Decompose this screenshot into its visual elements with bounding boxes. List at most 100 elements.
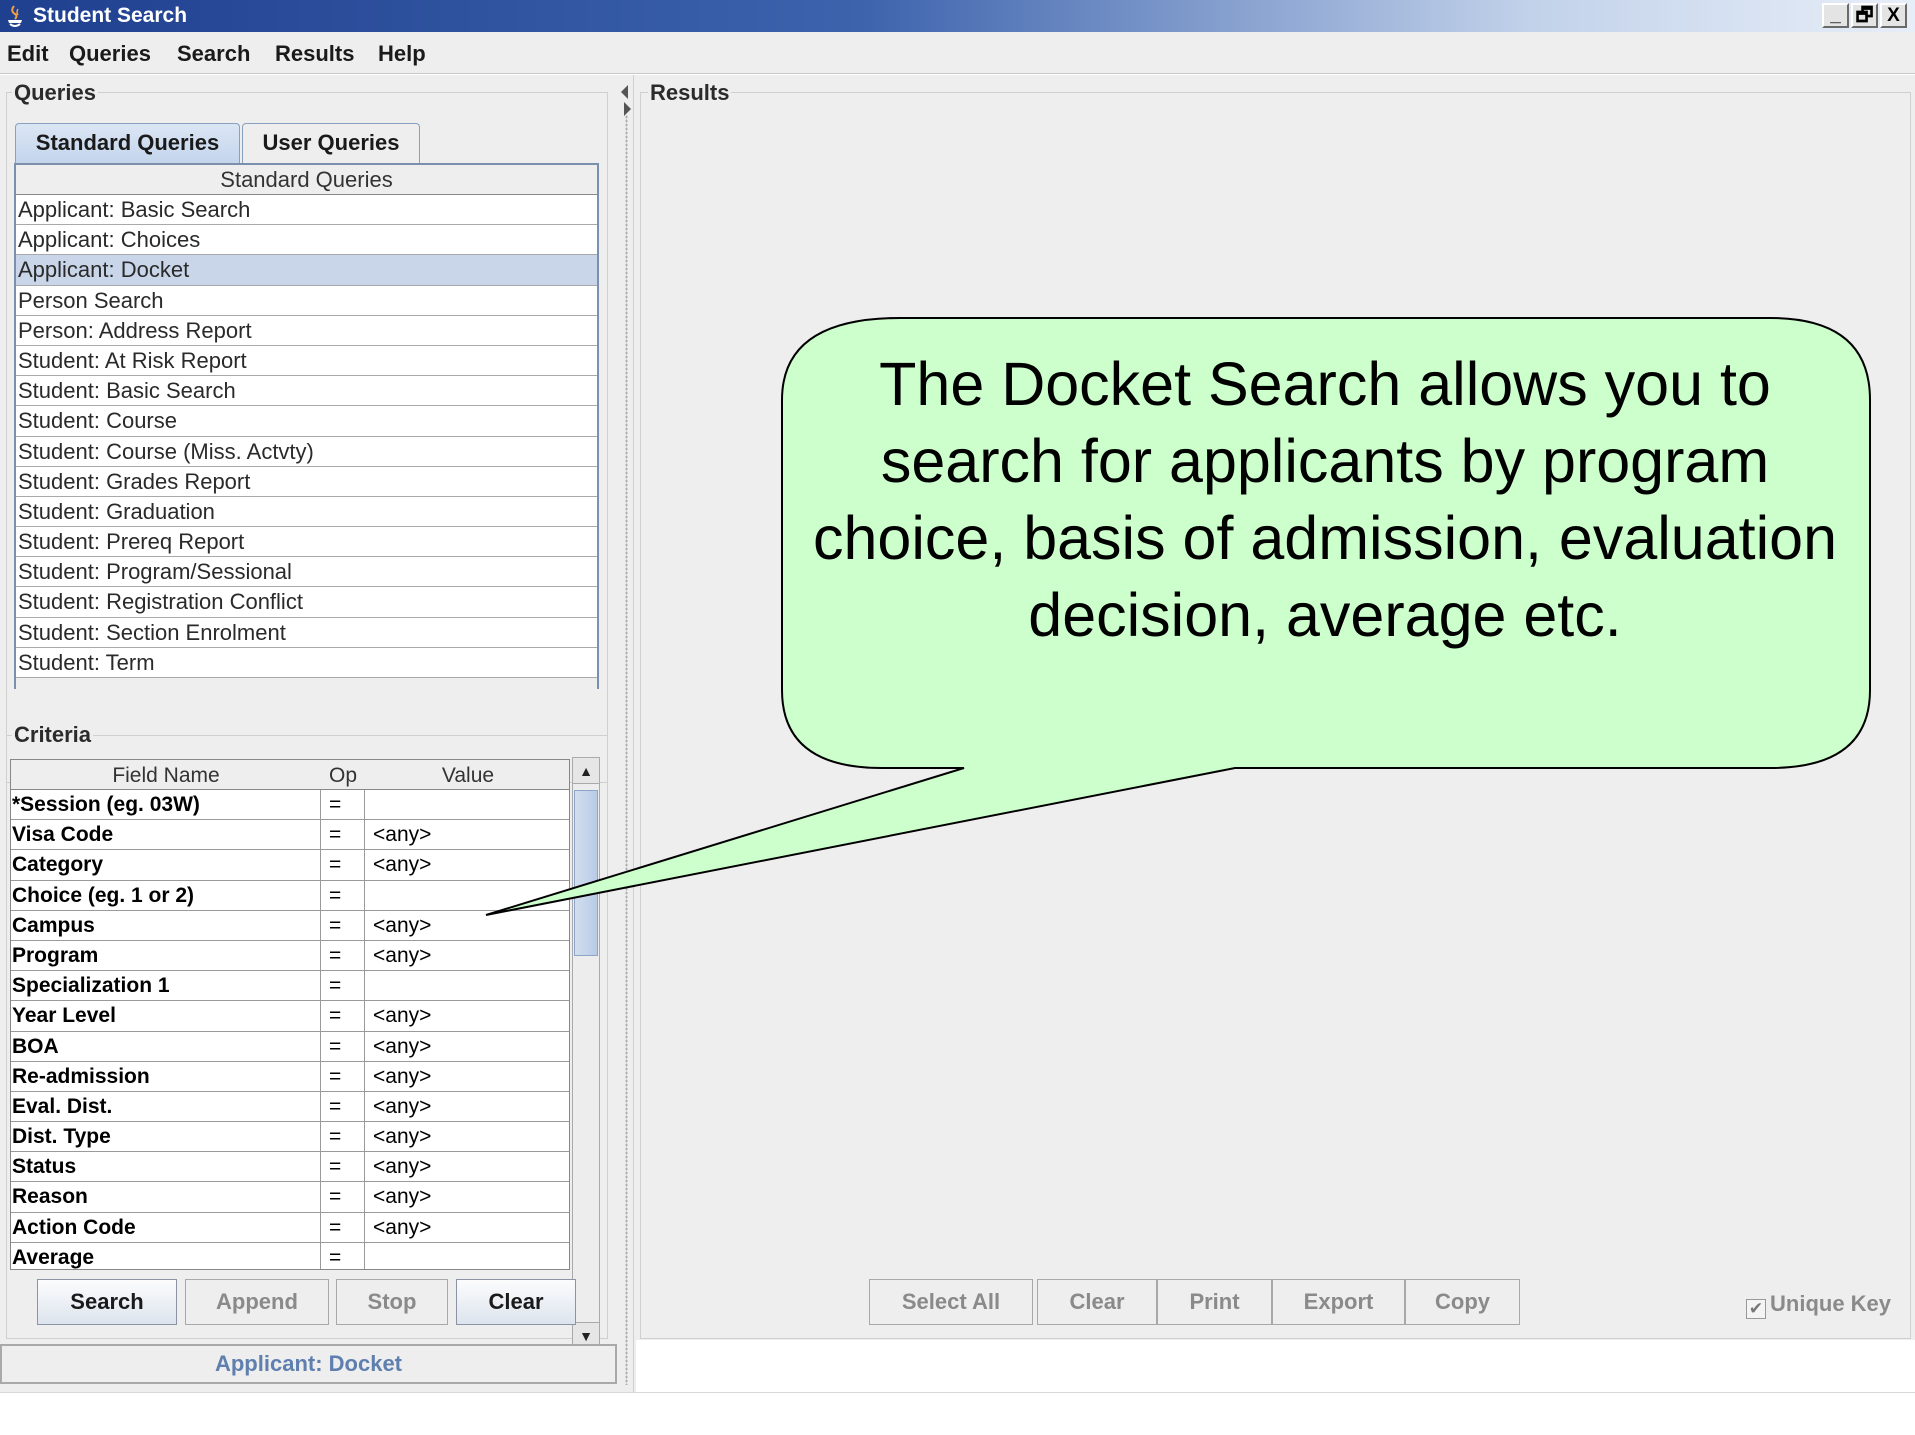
expand-right-arrow-icon[interactable] <box>624 102 631 116</box>
criteria-row-reason[interactable]: Reason = <any> <box>11 1182 569 1213</box>
menu-results[interactable]: Results <box>275 41 354 67</box>
stop-button[interactable]: Stop <box>336 1279 448 1325</box>
unique-key-checkbox[interactable]: ✔ Unique Key <box>1746 1291 1891 1319</box>
query-item-student-term[interactable]: Student: Term <box>16 648 597 678</box>
criteria-op[interactable]: = <box>321 1091 365 1122</box>
criteria-row-status[interactable]: Status = <any> <box>11 1152 569 1183</box>
query-item-person-search[interactable]: Person Search <box>16 286 597 316</box>
criteria-row-session[interactable]: *Session (eg. 03W) = <box>11 790 569 821</box>
criteria-row-campus[interactable]: Campus = <any> <box>11 910 569 941</box>
clear-results-button[interactable]: Clear <box>1037 1279 1157 1325</box>
clear-criteria-button[interactable]: Clear <box>456 1279 576 1325</box>
scroll-up-arrow-icon[interactable]: ▲ <box>573 758 599 784</box>
menu-search[interactable]: Search <box>177 41 250 67</box>
criteria-value[interactable]: <any> <box>365 1092 569 1121</box>
criteria-value[interactable]: <any> <box>365 941 569 970</box>
criteria-op[interactable]: = <box>321 1242 365 1269</box>
checkbox-checked-icon[interactable]: ✔ <box>1746 1299 1766 1319</box>
criteria-row-choice[interactable]: Choice (eg. 1 or 2) = <box>11 880 569 911</box>
header-field-name: Field Name <box>112 764 220 787</box>
search-button[interactable]: Search <box>37 1279 177 1325</box>
criteria-value[interactable] <box>365 790 569 819</box>
criteria-op[interactable]: = <box>321 940 365 971</box>
selected-query-status: Applicant: Docket <box>0 1344 617 1384</box>
menu-queries[interactable]: Queries <box>69 41 151 67</box>
criteria-row-re-admission[interactable]: Re-admission = <any> <box>11 1061 569 1092</box>
criteria-op[interactable]: = <box>321 1031 365 1061</box>
query-item-student-program-sessional[interactable]: Student: Program/Sessional <box>16 557 597 588</box>
criteria-op[interactable]: = <box>321 1152 365 1182</box>
query-item-student-course[interactable]: Student: Course <box>16 406 597 437</box>
criteria-row-year-level[interactable]: Year Level = <any> <box>11 1001 569 1032</box>
criteria-value[interactable]: <any> <box>365 850 569 879</box>
criteria-value[interactable] <box>365 881 569 910</box>
close-button[interactable]: X <box>1880 3 1907 28</box>
window-bottom-edge <box>0 1392 1915 1435</box>
criteria-field-name: Choice (eg. 1 or 2) <box>11 880 321 910</box>
criteria-row-boa[interactable]: BOA = <any> <box>11 1031 569 1062</box>
query-item-student-at-risk-report[interactable]: Student: At Risk Report <box>16 346 597 377</box>
tab-user-queries[interactable]: User Queries <box>242 123 420 163</box>
criteria-scrollbar[interactable]: ▲ ▼ <box>572 757 600 1349</box>
query-item-student-basic-search[interactable]: Student: Basic Search <box>16 376 597 407</box>
criteria-value[interactable] <box>365 1243 569 1269</box>
criteria-op[interactable]: = <box>321 1212 365 1242</box>
criteria-op[interactable]: = <box>321 880 365 910</box>
criteria-field-name: Average <box>11 1242 321 1269</box>
criteria-value[interactable]: <any> <box>365 911 569 940</box>
criteria-row-visa-code[interactable]: Visa Code = <any> <box>11 820 569 851</box>
criteria-field-name: Visa Code <box>11 820 321 850</box>
criteria-row-eval-dist[interactable]: Eval. Dist. = <any> <box>11 1091 569 1123</box>
criteria-row-specialization[interactable]: Specialization 1 = <box>11 971 569 1002</box>
query-item-student-course-miss-actvty[interactable]: Student: Course (Miss. Actvty) <box>16 437 597 467</box>
minimize-button[interactable]: _ <box>1822 3 1849 28</box>
select-all-button[interactable]: Select All <box>869 1279 1033 1325</box>
criteria-op[interactable]: = <box>321 910 365 940</box>
query-item-student-registration-conflict[interactable]: Student: Registration Conflict <box>16 587 597 618</box>
append-button[interactable]: Append <box>185 1279 329 1325</box>
criteria-value[interactable]: <any> <box>365 1122 569 1151</box>
collapse-left-arrow-icon[interactable] <box>621 85 628 99</box>
query-item-applicant-choices[interactable]: Applicant: Choices <box>16 225 597 256</box>
menu-edit[interactable]: Edit <box>7 41 49 67</box>
criteria-op[interactable]: = <box>321 1001 365 1031</box>
criteria-row-action-code[interactable]: Action Code = <any> <box>11 1212 569 1243</box>
query-item-applicant-basic-search[interactable]: Applicant: Basic Search <box>16 195 597 226</box>
query-item-applicant-docket[interactable]: Applicant: Docket <box>16 255 597 286</box>
criteria-value[interactable]: <any> <box>365 1152 569 1181</box>
scroll-thumb[interactable] <box>574 790 598 956</box>
criteria-op[interactable]: = <box>321 820 365 850</box>
criteria-row-category[interactable]: Category = <any> <box>11 850 569 881</box>
tab-standard-queries[interactable]: Standard Queries <box>15 123 240 163</box>
criteria-value[interactable]: <any> <box>365 1213 569 1242</box>
query-item-student-section-enrolment[interactable]: Student: Section Enrolment <box>16 618 597 648</box>
queries-title: Queries <box>12 80 98 106</box>
split-pane-divider[interactable] <box>618 75 634 1392</box>
criteria-op[interactable]: = <box>321 850 365 880</box>
criteria-op[interactable]: = <box>321 1122 365 1152</box>
query-item-person-address-report[interactable]: Person: Address Report <box>16 316 597 346</box>
criteria-value[interactable]: <any> <box>365 820 569 849</box>
copy-button[interactable]: Copy <box>1405 1279 1520 1325</box>
query-item-student-prereq-report[interactable]: Student: Prereq Report <box>16 527 597 558</box>
query-item-student-graduation[interactable]: Student: Graduation <box>16 497 597 528</box>
print-button[interactable]: Print <box>1157 1279 1272 1325</box>
export-button[interactable]: Export <box>1272 1279 1405 1325</box>
menu-bar: Edit Queries Search Results Help <box>0 32 1915 74</box>
menu-help[interactable]: Help <box>378 41 426 67</box>
criteria-value[interactable]: <any> <box>365 1001 569 1030</box>
criteria-row-average[interactable]: Average = <box>11 1242 569 1269</box>
criteria-row-program[interactable]: Program = <any> <box>11 940 569 972</box>
criteria-row-dist-type[interactable]: Dist. Type = <any> <box>11 1122 569 1153</box>
criteria-op[interactable]: = <box>321 971 365 1001</box>
criteria-value[interactable] <box>365 971 569 1000</box>
criteria-value[interactable]: <any> <box>365 1032 569 1061</box>
criteria-value[interactable]: <any> <box>365 1062 569 1091</box>
restore-button[interactable]: 🗗 <box>1851 3 1878 28</box>
criteria-op[interactable]: = <box>321 790 365 820</box>
criteria-op[interactable]: = <box>321 1061 365 1091</box>
query-item-student-grades-report[interactable]: Student: Grades Report <box>16 467 597 497</box>
results-panel: Results Select All Clear Print Export Co… <box>636 75 1915 1392</box>
criteria-op[interactable]: = <box>321 1182 365 1212</box>
criteria-value[interactable]: <any> <box>365 1182 569 1211</box>
